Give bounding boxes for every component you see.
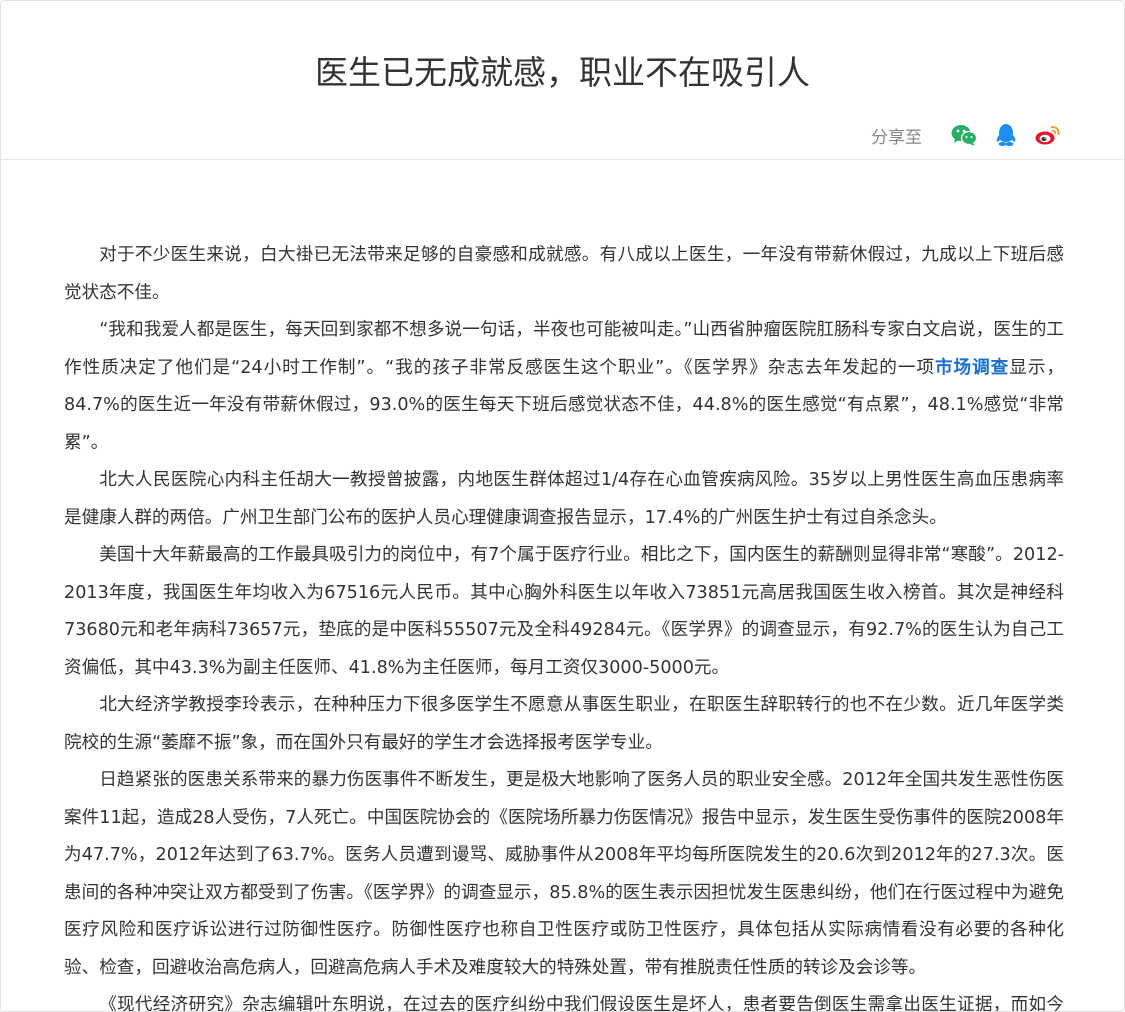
article-header: 医生已无成就感，职业不在吸引人 分享至 (1, 1, 1124, 160)
share-label: 分享至 (871, 127, 922, 148)
article-body: 对于不少医生来说，白大褂已无法带来足够的自豪感和成就感。有八成以上医生，一年没有… (64, 237, 1064, 1011)
paragraph: “我和我爱人都是医生，每天回到家都不想多说一句话，半夜也可能被叫走。”山西省肿瘤… (64, 312, 1064, 462)
paragraph: 对于不少医生来说，白大褂已无法带来足够的自豪感和成就感。有八成以上医生，一年没有… (64, 245, 1064, 303)
qq-icon[interactable] (992, 121, 1020, 149)
paragraph: 北大人民医院心内科主任胡大一教授曾披露，内地医生群体超过1/4存在心血管疾病风险… (64, 470, 1064, 528)
share-bar: 分享至 (871, 119, 1062, 151)
paragraph-text: “我和我爱人都是医生，每天回到家都不想多说一句话，半夜也可能被叫走。”山西省肿瘤… (64, 320, 1064, 378)
market-survey-link[interactable]: 市场调查 (935, 358, 1009, 378)
paragraph: 北大经济学教授李玲表示，在种种压力下很多医学生不愿意从事医生职业，在职医生辞职转… (64, 695, 1064, 753)
paragraph: 美国十大年薪最高的工作最具吸引力的岗位中，有7个属于医疗行业。相比之下，国内医生… (64, 545, 1064, 678)
paragraph: 日趋紧张的医患关系带来的暴力伤医事件不断发生，更是极大地影响了医务人员的职业安全… (64, 770, 1064, 978)
article-card: 医生已无成就感，职业不在吸引人 分享至 对于不少医生来说，白大褂已无法带来足够的… (0, 0, 1125, 1012)
weibo-icon[interactable] (1034, 121, 1062, 149)
article-title: 医生已无成就感，职业不在吸引人 (315, 53, 810, 92)
wechat-icon[interactable] (950, 121, 978, 149)
